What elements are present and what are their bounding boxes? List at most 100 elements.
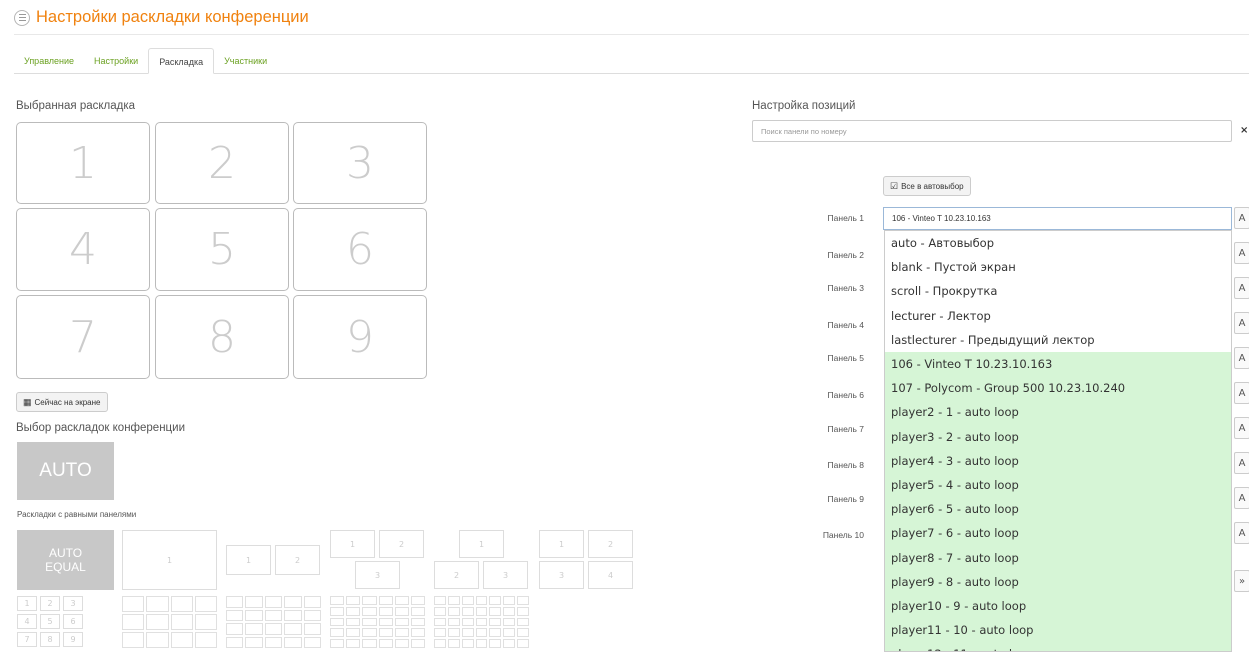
panel-search-input[interactable]: Поиск панели по номеру <box>752 120 1232 142</box>
layout-thumb-5d[interactable]: 4 <box>588 561 633 589</box>
dropdown-option[interactable]: scroll - Прокрутка <box>885 279 1231 303</box>
layout-thumb-5b[interactable]: 2 <box>588 530 633 558</box>
layout-cell-5[interactable]: 5 <box>155 208 289 291</box>
dropdown-option[interactable]: 107 - Polycom - Group 500 10.23.10.240 <box>885 376 1231 401</box>
panel-label-3: Панель 3 <box>827 283 864 293</box>
positions-title: Настройка позиций <box>752 100 856 112</box>
dropdown-option[interactable]: player7 - 6 - auto loop <box>885 521 1231 546</box>
layout-thumb-5c[interactable]: 3 <box>539 561 584 589</box>
layout-thumb-9-g[interactable]: 7 <box>17 632 37 647</box>
layout-cell-9[interactable]: 9 <box>293 295 427 379</box>
page-title: Настройки раскладки конференции <box>36 8 309 26</box>
checkbox-icon: ☑ <box>890 180 899 191</box>
dropdown-option[interactable]: lecturer - Лектор <box>885 304 1231 328</box>
layout-thumb-3a[interactable]: 1 <box>330 530 375 558</box>
layout-thumb-9-i[interactable]: 9 <box>63 632 83 647</box>
page: Настройки раскладки конференции Управлен… <box>0 0 1249 652</box>
dropdown-option[interactable]: lastlecturer - Предыдущий лектор <box>885 328 1231 352</box>
tab-control[interactable]: Управление <box>14 48 84 74</box>
panel-label-4: Панель 4 <box>827 320 864 330</box>
layout-thumb-9-b[interactable]: 2 <box>40 596 60 611</box>
close-icon[interactable]: × <box>1240 125 1248 136</box>
now-on-screen-label: Сейчас на экране <box>34 397 101 407</box>
layout-thumb-grid-35[interactable] <box>434 596 529 648</box>
auto-all-button[interactable]: ☑ Все в автовыбор <box>883 176 971 196</box>
auto-equal-line2: EQUAL <box>45 560 86 574</box>
auto-layout-button[interactable]: AUTO <box>17 442 114 500</box>
auto-all-label: Все в автовыбор <box>901 181 964 191</box>
tab-bar: Управление Настройки Раскладка Участники <box>14 48 1249 74</box>
layout-thumb-9-a[interactable]: 1 <box>17 596 37 611</box>
layout-thumb-grid-20[interactable] <box>226 596 321 648</box>
dropdown-option[interactable]: player11 - 10 - auto loop <box>885 618 1231 643</box>
panel-4-mode-icon[interactable]: A <box>1234 312 1249 334</box>
layout-thumb-4c[interactable]: 3 <box>483 561 528 589</box>
panel-10-mode-icon[interactable]: A <box>1234 522 1249 544</box>
now-on-screen-button[interactable]: ▦ Сейчас на экране <box>16 392 108 412</box>
dropdown-option[interactable]: player3 - 2 - auto loop <box>885 424 1231 449</box>
panel-8-mode-icon[interactable]: A <box>1234 452 1249 474</box>
layout-thumb-9-c[interactable]: 3 <box>63 596 83 611</box>
layout-thumb-9-d[interactable]: 4 <box>17 614 37 629</box>
auto-equal-button[interactable]: AUTO EQUAL <box>17 530 114 590</box>
layout-cell-6[interactable]: 6 <box>293 208 427 291</box>
panel-5-mode-icon[interactable]: A <box>1234 347 1249 369</box>
grid-icon: ▦ <box>23 396 32 407</box>
dropdown-option[interactable]: player12 - 11 - auto loop <box>885 642 1231 651</box>
layouts-title: Выбор раскладок конференции <box>16 422 185 434</box>
dropdown-option[interactable]: auto - Автовыбор <box>885 231 1231 255</box>
page-header: Настройки раскладки конференции <box>14 8 309 27</box>
layout-thumb-grid-30[interactable] <box>330 596 425 648</box>
tab-participants[interactable]: Участники <box>214 48 277 74</box>
layout-cell-1[interactable]: 1 <box>16 122 150 204</box>
panel-label-8: Панель 8 <box>827 460 864 470</box>
layout-thumb-5a[interactable]: 1 <box>539 530 584 558</box>
panel-label-1: Панель 1 <box>827 213 864 223</box>
tab-layout[interactable]: Раскладка <box>148 48 215 74</box>
layout-thumb-3c[interactable]: 3 <box>355 561 400 589</box>
panel-1-mode-icon[interactable]: A <box>1234 207 1249 229</box>
layout-cell-2[interactable]: 2 <box>155 122 289 204</box>
panel-1-dropdown: auto - Автовыбор blank - Пустой экран sc… <box>884 230 1232 652</box>
panel-3-mode-icon[interactable]: A <box>1234 277 1249 299</box>
layout-thumb-9-f[interactable]: 6 <box>63 614 83 629</box>
layout-thumb-grid-12[interactable] <box>122 596 217 648</box>
panel-label-6: Панель 6 <box>827 390 864 400</box>
panel-label-7: Панель 7 <box>827 424 864 434</box>
layout-thumb-1[interactable]: 1 <box>122 530 217 590</box>
panel-6-mode-icon[interactable]: A <box>1234 382 1249 404</box>
auto-equal-line1: AUTO <box>48 546 83 560</box>
divider <box>14 34 1249 35</box>
layout-thumb-4a[interactable]: 1 <box>459 530 504 558</box>
layout-thumb-2b[interactable]: 2 <box>275 545 320 575</box>
dropdown-option[interactable]: blank - Пустой экран <box>885 255 1231 279</box>
layout-cell-7[interactable]: 7 <box>16 295 150 379</box>
dropdown-option[interactable]: player2 - 1 - auto loop <box>885 400 1231 425</box>
layout-thumb-3b[interactable]: 2 <box>379 530 424 558</box>
more-icon[interactable]: » <box>1234 570 1249 592</box>
dropdown-option[interactable]: 106 - Vinteo T 10.23.10.163 <box>885 351 1231 377</box>
dropdown-option[interactable]: player10 - 9 - auto loop <box>885 593 1231 618</box>
dropdown-option[interactable]: player6 - 5 - auto loop <box>885 497 1231 522</box>
layout-cell-3[interactable]: 3 <box>293 122 427 204</box>
panel-7-mode-icon[interactable]: A <box>1234 417 1249 439</box>
equal-layouts-title: Раскладки с равными панелями <box>17 510 137 519</box>
layout-cell-4[interactable]: 4 <box>16 208 150 291</box>
panel-2-mode-icon[interactable]: A <box>1234 242 1249 264</box>
tab-settings[interactable]: Настройки <box>84 48 148 74</box>
panel-label-9: Панель 9 <box>827 494 864 504</box>
dropdown-option[interactable]: player5 - 4 - auto loop <box>885 472 1231 498</box>
panel-label-2: Панель 2 <box>827 250 864 260</box>
panel-1-select[interactable]: 106 - Vinteo T 10.23.10.163 <box>883 207 1232 230</box>
panel-label-10: Панель 10 <box>822 530 864 540</box>
panel-9-mode-icon[interactable]: A <box>1234 487 1249 509</box>
layout-thumb-4b[interactable]: 2 <box>434 561 479 589</box>
layout-thumb-2a[interactable]: 1 <box>226 545 271 575</box>
dropdown-option[interactable]: player9 - 8 - auto loop <box>885 569 1231 594</box>
dropdown-option[interactable]: player4 - 3 - auto loop <box>885 448 1231 473</box>
selected-layout-title: Выбранная раскладка <box>16 100 136 112</box>
layout-thumb-9-h[interactable]: 8 <box>40 632 60 647</box>
layout-thumb-9-e[interactable]: 5 <box>40 614 60 629</box>
dropdown-option[interactable]: player8 - 7 - auto loop <box>885 545 1231 570</box>
layout-cell-8[interactable]: 8 <box>155 295 289 379</box>
